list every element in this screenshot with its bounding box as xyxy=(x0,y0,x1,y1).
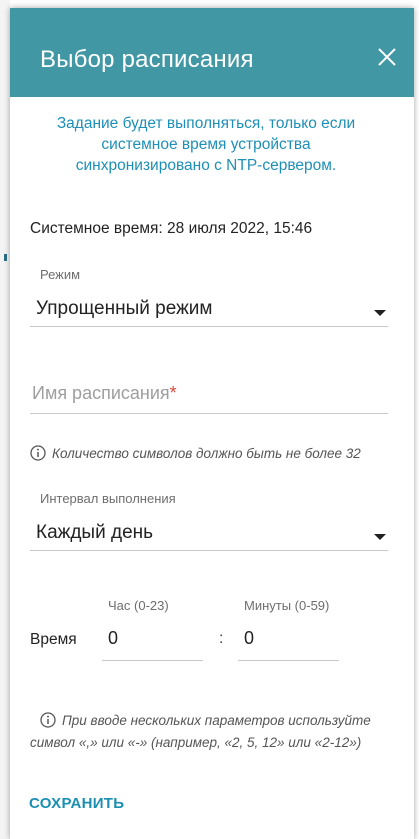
interval-select[interactable]: Каждый день xyxy=(30,520,388,551)
notice-line: синхронизировано с NTP-сервером. xyxy=(75,157,337,174)
params-hint-text: При вводе нескольких параметров использу… xyxy=(62,713,371,728)
interval-value: Каждый день xyxy=(36,522,154,543)
ntp-notice: Задание будет выполняться, только если с… xyxy=(30,113,382,176)
notice-line: Задание будет выполняться, только если xyxy=(56,115,356,132)
hour-label: Час (0-23) xyxy=(108,598,169,613)
info-icon xyxy=(30,445,46,461)
minutes-label: Минуты (0-59) xyxy=(244,598,330,613)
minutes-input[interactable]: 0 xyxy=(238,628,339,661)
chevron-down-icon xyxy=(374,310,386,316)
schedule-name-field[interactable]: Имя расписания* xyxy=(30,381,388,414)
system-time: Системное время: 28 июля 2022, 15:46 xyxy=(30,220,313,237)
params-hint: При вводе нескольких параметров использу… xyxy=(30,710,390,754)
mode-label: Режим xyxy=(40,267,81,282)
page-backdrop xyxy=(0,0,10,839)
hour-value: 0 xyxy=(108,628,119,648)
params-hint-line: При вводе нескольких параметров использу… xyxy=(30,710,390,732)
params-hint-line: символ «,» или «-» (например, «2, 5, 12»… xyxy=(30,735,362,750)
save-button[interactable]: СОХРАНИТЬ xyxy=(29,795,124,812)
dialog-title: Выбор расписания xyxy=(40,46,254,73)
mode-value: Упрощенный режим xyxy=(36,298,213,319)
chevron-down-icon xyxy=(374,534,386,540)
close-icon[interactable] xyxy=(376,46,398,68)
notice-line: системное время устройства xyxy=(101,136,311,153)
dialog-header: Выбор расписания xyxy=(10,8,414,97)
interval-label: Интервал выполнения xyxy=(40,491,176,506)
info-icon xyxy=(40,712,56,728)
name-length-hint: Количество символов должно быть не более… xyxy=(30,443,361,465)
backdrop-marker xyxy=(4,254,7,261)
time-label: Время xyxy=(30,631,77,648)
name-hint-text: Количество символов должно быть не более… xyxy=(52,446,361,461)
schedule-name-placeholder: Имя расписания* xyxy=(32,383,177,403)
time-separator: : xyxy=(219,630,224,647)
minutes-value: 0 xyxy=(244,628,255,648)
mode-select[interactable]: Упрощенный режим xyxy=(30,296,388,327)
hour-input[interactable]: 0 xyxy=(102,628,203,661)
required-mark: * xyxy=(169,383,177,403)
